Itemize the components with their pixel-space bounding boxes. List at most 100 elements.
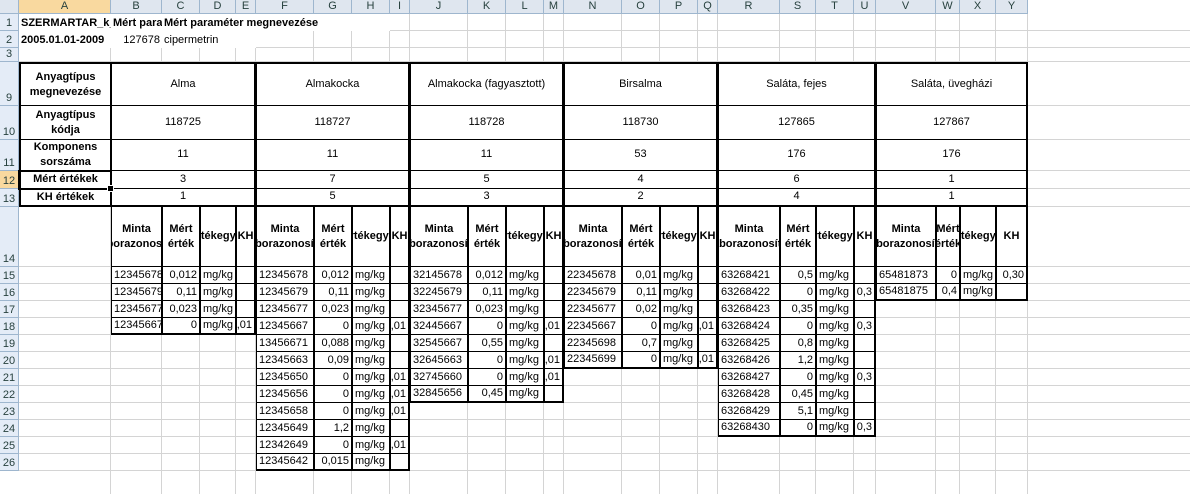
data-cell[interactable]: mg/kg (960, 267, 996, 284)
data-cell[interactable]: 22345678 (564, 267, 622, 284)
group-measured-6[interactable]: 1 (876, 171, 1028, 189)
data-cell[interactable]: 0,45 (468, 386, 506, 403)
data-cell[interactable]: 0,023 (162, 301, 200, 318)
data-cell[interactable]: mg/kg (660, 318, 698, 335)
sub-header-kh[interactable]: KH (996, 207, 1028, 267)
group-measured-4[interactable]: 4 (564, 171, 718, 189)
data-cell[interactable]: 22345667 (564, 318, 622, 335)
data-cell[interactable]: mg/kg (352, 267, 390, 284)
sub-header-unit[interactable]: Mértékegység (960, 207, 996, 267)
data-cell[interactable]: 0 (314, 403, 352, 420)
data-cell[interactable]: mg/kg (816, 369, 854, 386)
data-cell[interactable]: 12345649 (256, 420, 314, 437)
data-cell[interactable]: mg/kg (352, 437, 390, 454)
data-cell[interactable]: 12345667 (256, 318, 314, 335)
cell-a2[interactable]: 2005.01.01-2009 (19, 31, 111, 48)
data-cell[interactable]: 0 (468, 352, 506, 369)
group-name-6[interactable]: Saláta, üvegházi (876, 62, 1028, 106)
data-cell[interactable] (390, 352, 410, 369)
data-cell[interactable]: 0,01 (390, 403, 410, 420)
cell-a1[interactable]: SZERMARTAR_k_ (19, 14, 111, 31)
data-cell[interactable]: 32745660 (410, 369, 468, 386)
data-cell[interactable]: 12345678 (111, 267, 162, 284)
data-cell[interactable]: 0,01 (622, 267, 660, 284)
data-cell[interactable]: mg/kg (816, 318, 854, 335)
row-label-measured[interactable]: Mért értékek (19, 171, 111, 189)
data-cell[interactable]: 63268423 (718, 301, 780, 318)
data-cell[interactable]: 0,55 (468, 335, 506, 352)
data-cell[interactable]: 65481875 (876, 284, 936, 301)
group-measured-2[interactable]: 7 (256, 171, 410, 189)
sub-header-unit[interactable]: Mértékegység (816, 207, 854, 267)
group-code-2[interactable]: 118727 (256, 106, 410, 140)
data-cell[interactable]: 0 (468, 318, 506, 335)
data-cell[interactable]: 0,01 (544, 369, 564, 386)
group-kh-5[interactable]: 4 (718, 189, 876, 207)
sub-header-unit[interactable]: Mértékegység (506, 207, 544, 267)
group-kh-6[interactable]: 1 (876, 189, 1028, 207)
data-cell[interactable] (390, 267, 410, 284)
group-kh-1[interactable]: 1 (111, 189, 256, 207)
cell-c2[interactable]: cipermetrin (162, 31, 256, 48)
data-cell[interactable] (854, 267, 876, 284)
data-cell[interactable]: mg/kg (660, 267, 698, 284)
data-cell[interactable]: 22345679 (564, 284, 622, 301)
data-cell[interactable]: mg/kg (506, 301, 544, 318)
data-cell[interactable]: 12345679 (256, 284, 314, 301)
data-cell[interactable]: 32545667 (410, 335, 468, 352)
data-cell[interactable] (854, 301, 876, 318)
data-cell[interactable]: 0 (162, 318, 200, 335)
data-cell[interactable]: mg/kg (352, 335, 390, 352)
group-kh-3[interactable]: 3 (410, 189, 564, 207)
group-name-2[interactable]: Almakocka (256, 62, 410, 106)
data-cell[interactable] (236, 301, 256, 318)
group-name-1[interactable]: Alma (111, 62, 256, 106)
data-cell[interactable]: mg/kg (200, 284, 236, 301)
data-cell[interactable]: 63268421 (718, 267, 780, 284)
data-cell[interactable] (996, 284, 1028, 301)
data-cell[interactable]: 12345667 (111, 318, 162, 335)
data-cell[interactable]: mg/kg (660, 284, 698, 301)
data-cell[interactable]: mg/kg (660, 301, 698, 318)
data-cell[interactable] (544, 284, 564, 301)
data-cell[interactable]: 0,01 (390, 369, 410, 386)
data-cell[interactable]: mg/kg (352, 301, 390, 318)
data-cell[interactable]: 0,012 (162, 267, 200, 284)
data-cell[interactable] (236, 267, 256, 284)
data-cell[interactable]: mg/kg (506, 352, 544, 369)
data-cell[interactable]: 0 (314, 369, 352, 386)
cell-b1[interactable]: Mért paran (111, 14, 162, 31)
group-name-3[interactable]: Almakocka (fagyasztott) (410, 62, 564, 106)
data-cell[interactable]: 63268427 (718, 369, 780, 386)
data-cell[interactable]: 22345699 (564, 352, 622, 369)
data-cell[interactable] (854, 403, 876, 420)
data-cell[interactable]: 0,02 (622, 301, 660, 318)
data-cell[interactable]: 0 (780, 318, 816, 335)
data-cell[interactable]: 0 (780, 420, 816, 437)
data-cell[interactable]: 1,2 (780, 352, 816, 369)
data-cell[interactable]: mg/kg (200, 301, 236, 318)
data-cell[interactable]: 0 (622, 352, 660, 369)
data-cell[interactable]: 12345678 (256, 267, 314, 284)
group-name-5[interactable]: Saláta, fejes (718, 62, 876, 106)
data-cell[interactable]: 0 (780, 369, 816, 386)
data-cell[interactable]: 0 (468, 369, 506, 386)
data-cell[interactable]: 32845656 (410, 386, 468, 403)
data-cell[interactable]: mg/kg (816, 284, 854, 301)
data-cell[interactable]: mg/kg (816, 335, 854, 352)
sub-header-kh[interactable]: KH (698, 207, 718, 267)
sub-header-sample[interactable]: Minta laborazonosító (111, 207, 162, 267)
group-code-3[interactable]: 118728 (410, 106, 564, 140)
row-label-kh[interactable]: KH értékek (19, 189, 111, 207)
data-cell[interactable]: 0,7 (622, 335, 660, 352)
sub-header-value[interactable]: Mért érték (936, 207, 960, 267)
data-cell[interactable]: 0,01 (236, 318, 256, 335)
data-cell[interactable] (698, 301, 718, 318)
group-code-6[interactable]: 127867 (876, 106, 1028, 140)
data-cell[interactable]: 63268422 (718, 284, 780, 301)
sub-header-value[interactable]: Mért érték (162, 207, 200, 267)
cell-b2[interactable]: 127678 (111, 31, 162, 48)
data-cell[interactable]: 0,01 (698, 318, 718, 335)
data-cell[interactable] (544, 267, 564, 284)
data-cell[interactable] (390, 454, 410, 471)
